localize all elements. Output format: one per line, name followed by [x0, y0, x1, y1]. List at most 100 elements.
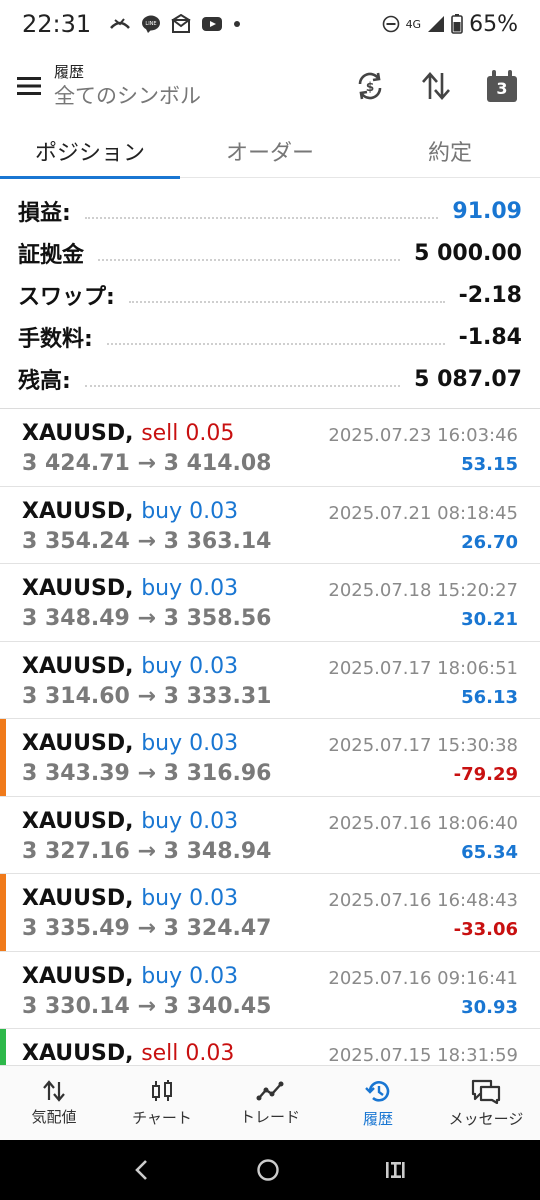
trade-title: XAUUSD, buy 0.03: [22, 576, 238, 601]
nav-trade[interactable]: トレード: [216, 1066, 324, 1140]
line-icon: LINE: [142, 15, 161, 33]
signal-icon: [428, 16, 445, 32]
home-icon[interactable]: [255, 1157, 281, 1183]
trade-title: XAUUSD, buy 0.03: [22, 886, 238, 911]
trade-row[interactable]: XAUUSD, buy 0.03 2025.07.17 15:30:38 3 343…: [0, 719, 540, 797]
trade-symbol: XAUUSD,: [22, 808, 134, 834]
dot-icon: [234, 21, 241, 27]
trade-date: 2025.07.21 08:18:45: [328, 502, 518, 524]
nav-messages[interactable]: メッセージ: [432, 1066, 540, 1140]
trade-symbol: XAUUSD,: [22, 1041, 134, 1065]
trade-title: XAUUSD, buy 0.03: [22, 499, 238, 524]
trade-side: buy 0.03: [141, 963, 239, 989]
trade-profit: 30.21: [461, 609, 518, 630]
summary-label: 残高:: [18, 369, 71, 394]
trade-row[interactable]: XAUUSD, sell 0.05 2025.07.23 16:03:46 3 42…: [0, 409, 540, 487]
nav-label: 履歴: [362, 1109, 393, 1128]
battery-icon: [451, 14, 463, 34]
trade-icon: [256, 1081, 284, 1100]
trade-date: 2025.07.23 16:03:46: [328, 425, 518, 446]
app-bar: 履歴 全てのシンボル $ 3: [0, 48, 540, 124]
sort-button[interactable]: [414, 64, 458, 108]
status-bar: 22:31 LINE 4G 65%: [0, 0, 540, 48]
trade-date: 2025.07.16 16:48:43: [328, 890, 518, 911]
trade-prices: 3 327.16 → 3 348.94: [22, 838, 272, 864]
trade-date: 2025.07.15 18:31:59: [328, 1045, 518, 1065]
trade-prices: 3 354.24 → 3 363.14: [22, 528, 272, 554]
summary-label: 損益:: [18, 201, 71, 226]
nav-label: トレード: [239, 1107, 300, 1126]
summary-row-swap: スワップ: -2.18: [0, 274, 540, 316]
trade-side: sell 0.05: [141, 421, 235, 446]
calendar-button[interactable]: 3: [480, 64, 524, 108]
nav-label: 気配値: [31, 1107, 77, 1126]
trade-profit: 30.93: [461, 996, 518, 1018]
trade-row[interactable]: XAUUSD, buy 0.03 2025.07.16 09:16:41 3 330…: [0, 952, 540, 1029]
trade-side: buy 0.03: [141, 731, 239, 756]
tab-bar: ポジション オーダー 約定: [0, 124, 540, 179]
trade-marker: [0, 719, 6, 796]
trade-row[interactable]: XAUUSD, buy 0.03 2025.07.18 15:20:27 3 348…: [0, 564, 540, 642]
trade-symbol: XAUUSD,: [22, 731, 134, 756]
back-icon[interactable]: [132, 1158, 152, 1182]
hamburger-icon: [17, 77, 41, 95]
battery-level: 65%: [469, 11, 518, 37]
summary-label: 手数料:: [18, 327, 93, 352]
trade-side: buy 0.03: [141, 886, 239, 911]
calendar-icon: 3: [487, 70, 517, 102]
trade-title: XAUUSD, buy 0.03: [22, 731, 238, 756]
trade-row[interactable]: XAUUSD, buy 0.03 2025.07.16 18:06:40 3 327…: [0, 797, 540, 874]
trade-prices: 3 348.49 → 3 358.56: [22, 606, 272, 631]
tab-deals[interactable]: 約定: [360, 124, 540, 178]
trade-profit: 56.13: [461, 686, 518, 708]
trade-date: 2025.07.17 15:30:38: [328, 735, 518, 756]
summary-value: 5 087.07: [414, 366, 522, 392]
trade-prices: 3 343.39 → 3 316.96: [22, 761, 272, 786]
summary-row-commission: 手数料: -1.84: [0, 316, 540, 358]
mail-icon: [171, 14, 191, 33]
currency-refresh-button[interactable]: $: [348, 64, 392, 108]
trade-list[interactable]: XAUUSD, sell 0.05 2025.07.23 16:03:46 3 42…: [0, 409, 540, 1065]
trade-title: XAUUSD, buy 0.03: [22, 964, 238, 989]
menu-button[interactable]: [4, 61, 54, 111]
nav-label: チャート: [132, 1108, 192, 1127]
nav-chart[interactable]: チャート: [108, 1066, 216, 1140]
trade-profit: 26.70: [461, 531, 518, 553]
dnd-icon: [382, 15, 399, 33]
symbol-filter: 全てのシンボル: [54, 84, 201, 108]
trade-profit: -79.29: [453, 764, 518, 785]
nav-history[interactable]: 履歴: [324, 1066, 432, 1140]
symbol-selector[interactable]: 履歴 全てのシンボル: [54, 62, 201, 110]
svg-text:$: $: [366, 80, 374, 94]
trade-title: XAUUSD, sell 0.05: [22, 421, 234, 446]
bottom-nav: 気配値 チャート トレード 履歴 メッセージ: [0, 1065, 540, 1140]
currency-refresh-icon: $: [358, 72, 382, 100]
trade-profit: 65.34: [461, 841, 518, 863]
trade-prices: 3 314.60 → 3 333.31: [22, 683, 272, 709]
missed-call-icon: [110, 18, 131, 29]
trade-row[interactable]: XAUUSD, sell 0.03 2025.07.15 18:31:59: [0, 1029, 540, 1065]
status-time: 22:31: [22, 10, 92, 38]
trade-side: buy 0.03: [141, 653, 239, 679]
trade-row[interactable]: XAUUSD, buy 0.03 2025.07.21 08:18:45 3 354…: [0, 487, 540, 564]
trade-side: buy 0.03: [141, 808, 239, 834]
tab-positions[interactable]: ポジション: [0, 124, 180, 179]
recents-icon[interactable]: [384, 1159, 408, 1181]
tab-orders[interactable]: オーダー: [180, 124, 360, 178]
system-nav-bar: [0, 1140, 540, 1200]
summary-row-balance: 残高: 5 087.07: [0, 358, 540, 400]
notification-icons: LINE: [109, 14, 241, 34]
quotes-icon: [43, 1079, 65, 1102]
trade-profit: -33.06: [453, 919, 518, 940]
nav-quotes[interactable]: 気配値: [0, 1066, 108, 1140]
chart-icon: [152, 1079, 172, 1101]
trade-date: 2025.07.17 18:06:51: [328, 657, 518, 679]
trade-date: 2025.07.16 18:06:40: [328, 812, 518, 834]
summary-row-deposit: 証拠金 5 000.00: [0, 232, 540, 274]
trade-prices: 3 335.49 → 3 324.47: [22, 916, 272, 941]
account-summary: 損益: 91.09 証拠金 5 000.00 スワップ: -2.18 手数料: …: [0, 190, 540, 400]
trade-date: 2025.07.18 15:20:27: [328, 580, 518, 601]
trade-row[interactable]: XAUUSD, buy 0.03 2025.07.17 18:06:51 3 314…: [0, 642, 540, 719]
trade-row[interactable]: XAUUSD, buy 0.03 2025.07.16 16:48:43 3 335…: [0, 874, 540, 952]
trade-title: XAUUSD, buy 0.03: [22, 654, 238, 679]
